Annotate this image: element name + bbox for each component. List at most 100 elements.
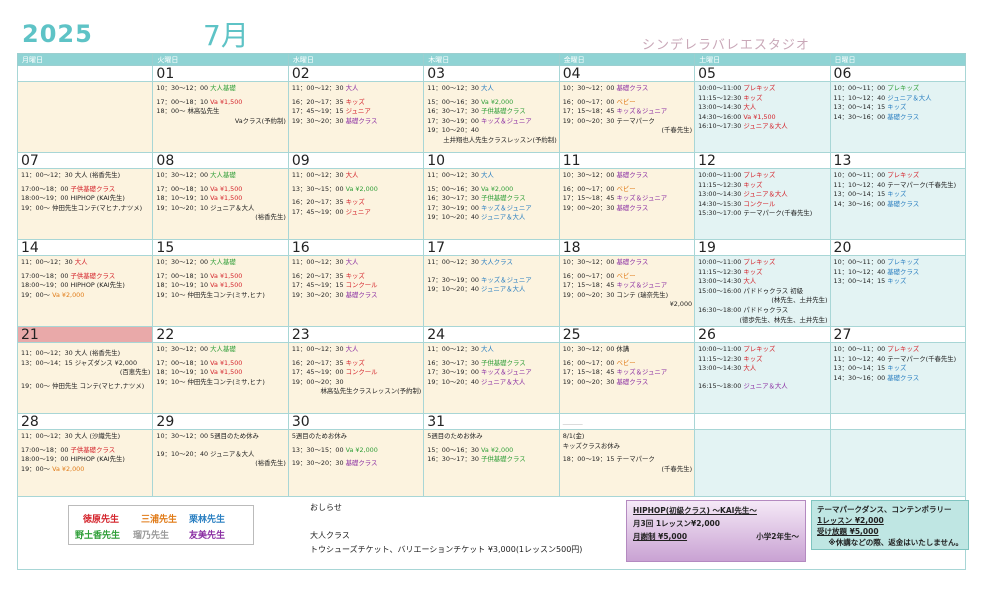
schedule-line: 16：00〜17：00 ベビー bbox=[563, 359, 692, 369]
class-name: 大人基礎 bbox=[210, 345, 236, 353]
day-cell: 09 11：00〜12：30 大人 13：30〜15：00 Va ¥2,000 16：… bbox=[287, 152, 425, 240]
day-cell bbox=[694, 413, 831, 501]
class-name: 大人 bbox=[743, 103, 757, 112]
day-schedule: 10：00〜11：00 プレキッズ 11：10〜12：40 テーマパーク(千春先生… bbox=[831, 169, 965, 239]
day-cell: 30 5週目のためお休み 13：30〜15：00 Va ¥2,000 19：30〜20… bbox=[287, 413, 425, 501]
schedule-line: 13：30〜15：00 Va ¥2,000 bbox=[292, 446, 421, 456]
schedule-time: 10：30〜12：00 bbox=[562, 258, 615, 266]
class-name: 基礎クラス bbox=[887, 112, 920, 121]
class-name: キッズ bbox=[743, 180, 763, 189]
schedule-line: 17：00〜18：10 Va ¥1,500 bbox=[156, 272, 285, 282]
schedule-time: 林高弘先生クラスレッスン(予約制) bbox=[320, 387, 422, 396]
schedule-time: 16：20〜17：35 bbox=[291, 271, 344, 280]
day-number: 04 bbox=[560, 66, 694, 82]
day-schedule: 11：00〜12：30 大人 13：30〜15：00 Va ¥2,000 16：20… bbox=[289, 169, 423, 239]
schedule-time: 16：20〜17：35 bbox=[291, 97, 344, 106]
studio-name: シンデレラバレエスタジオ bbox=[642, 38, 810, 53]
day-cell: 23 11：00〜12：30 大人 16：20〜17：35 キッズ 17：45〜19：… bbox=[287, 326, 425, 414]
hiphop-line: 小学2年生〜 bbox=[756, 532, 799, 541]
schedule-line: 13：00〜14：15 キッズ bbox=[834, 103, 963, 113]
day-schedule bbox=[831, 430, 965, 500]
class-name: ベビー bbox=[616, 97, 636, 106]
schedule-time: 19：00〜 bbox=[21, 290, 51, 299]
schedule-time: 17：30〜19：00 bbox=[427, 116, 479, 125]
schedule-line: 16：30〜17：30 子供基礎クラス bbox=[427, 194, 556, 204]
day-cell: 18 10：30〜12：00 基礎クラス 16：00〜17：00 ベビー 17：15〜… bbox=[558, 239, 696, 327]
day-cell: 16 11：00〜12：30 大人 16：20〜17：35 キッズ 17：45〜19：… bbox=[287, 239, 425, 327]
day-schedule: 11：00〜12：30 大人 16：20〜17：35 キッズ 17：45〜19：00… bbox=[289, 343, 423, 413]
schedule-time: 18:00〜19：00 HIPHOP (KAI先生) bbox=[21, 455, 125, 464]
day-cell: 26 10:00〜11:00 プレキッズ 11:15〜12:30 キッズ 13:00〜… bbox=[694, 326, 831, 414]
class-name: コンクール bbox=[345, 368, 378, 377]
class-name: 大人 bbox=[481, 345, 494, 353]
class-name: 基礎クラス bbox=[887, 199, 920, 208]
schedule-time: 10：30〜12：00 bbox=[156, 258, 209, 266]
schedule-line: 11：00〜12：30 大人 bbox=[292, 84, 421, 94]
schedule-line: 10：30〜12：00 大人基礎 bbox=[156, 84, 285, 94]
class-name: プレキッズ bbox=[887, 84, 920, 92]
day-number: 14 bbox=[18, 240, 152, 256]
day-number: 03 bbox=[424, 66, 559, 82]
class-name: プレキッズ bbox=[887, 345, 920, 353]
day-cell: 28 11：00〜12：30 大人 (沙織先生) 17:00〜18：00 子供基礎ク… bbox=[16, 413, 154, 501]
schedule-line: 11：00〜12：30 大人 bbox=[21, 258, 150, 268]
class-name: ジュニア bbox=[345, 107, 371, 116]
schedule-time: 17：30〜19：00 bbox=[427, 203, 479, 212]
schedule-line: 11：00〜12：30 大人 (裕香先生) bbox=[21, 349, 150, 359]
class-name: 大人基礎 bbox=[210, 171, 236, 179]
day-cell bbox=[16, 65, 154, 153]
day-cell: 07 11：00〜12：30 大人 (裕香先生) 17:00〜18：00 子供基礎ク… bbox=[16, 152, 154, 240]
day-cell: 20 10：00〜11：00 プレキッズ 11：10〜12：40 基礎クラス 13：0… bbox=[829, 239, 967, 327]
schedule-line: 11:15〜12:30 キッズ bbox=[698, 355, 827, 365]
weekday-header: 土曜日 bbox=[694, 53, 831, 66]
calendar-body: 01 10：30〜12：00 大人基礎 17：00〜18：10 Va ¥1,500 1… bbox=[16, 65, 967, 501]
class-name: Va ¥2,000 bbox=[345, 184, 378, 193]
schedule-line: 17：30〜19：00 キッズ＆ジュニア bbox=[427, 368, 556, 378]
schedule-time: 13：00〜14：15 bbox=[833, 103, 886, 112]
day-number: 16 bbox=[289, 240, 423, 256]
schedule-line: 19：30〜20：30 基礎クラス bbox=[292, 117, 421, 127]
schedule-time: 19：00〜20：30 bbox=[562, 203, 615, 212]
day-cell: 01 10：30〜12：00 大人基礎 17：00〜18：10 Va ¥1,500 1… bbox=[152, 65, 289, 153]
class-name: Va ¥2,000 bbox=[52, 464, 85, 473]
schedule-time: 11：10〜12：40 bbox=[833, 93, 886, 102]
class-name: 大人 bbox=[345, 345, 359, 353]
class-name: Va ¥1,500 bbox=[210, 194, 243, 203]
class-name: Va ¥2,000 bbox=[481, 445, 514, 454]
schedule-time: 15:30〜17:00 テーマパーク(千春先生) bbox=[698, 209, 813, 218]
schedule-line: 13：00〜14：15 キッズ bbox=[834, 190, 963, 200]
day-number: 09 bbox=[289, 153, 423, 169]
class-name: Va ¥2,000 bbox=[481, 97, 514, 106]
schedule-line: 14:30〜16:00 Va ¥1,500 bbox=[698, 113, 827, 123]
class-name: 大人基礎 bbox=[210, 258, 236, 266]
schedule-time: 19：30〜20：30 bbox=[291, 116, 344, 125]
schedule-line: 11：10〜12：40 テーマパーク(千春先生) bbox=[834, 355, 963, 365]
hiphop-line: 月謝制 ¥5,000 bbox=[633, 532, 688, 541]
schedule-line: 林高弘先生クラスレッスン(予約制) bbox=[292, 387, 422, 397]
class-name: キッズ bbox=[887, 103, 907, 112]
schedule-time: 15：00〜16：30 bbox=[427, 445, 479, 454]
day-schedule: 8/1(金) キッズクラスお休み 18：00〜19：15 テーマパーク (千春先生) bbox=[560, 430, 694, 500]
day-cell: 08 10：30〜12：00 大人基礎 17：00〜18：10 Va ¥1,500 1… bbox=[152, 152, 289, 240]
schedule-line: 11：00〜12：30 大人 bbox=[292, 171, 421, 181]
schedule-time: 16:10〜17:30 bbox=[698, 122, 742, 131]
schedule-line: 11:15〜12:30 キッズ bbox=[698, 181, 827, 191]
schedule-time: 13：00〜14：15 bbox=[833, 364, 886, 373]
schedule-time: 17：45〜19：00 bbox=[291, 368, 344, 377]
schedule-time: 11：00〜12：30 bbox=[427, 171, 479, 179]
schedule-line: 17：45〜19：15 コンクール bbox=[292, 281, 421, 291]
class-name: 大人 bbox=[481, 171, 494, 179]
day-number: 18 bbox=[560, 240, 694, 256]
day-number: 24 bbox=[424, 327, 559, 343]
schedule-line: 11:15〜12:30 キッズ bbox=[698, 268, 827, 278]
schedule-line: 10：30〜12：00 大人基礎 bbox=[156, 171, 285, 181]
day-schedule: 10：30〜12：00 大人基礎 17：00〜18：10 Va ¥1,500 18：… bbox=[153, 343, 288, 413]
schedule-line: 13：30〜15：00 Va ¥2,000 bbox=[292, 185, 421, 195]
notice-line: トウシューズチケット、バリエーションチケット ¥3,000(1レッスン500円) bbox=[310, 545, 583, 554]
schedule-time: 13：00〜14：15 bbox=[833, 277, 886, 286]
day-schedule: 10：30〜12：00 5週目のため休み 19：10〜20：40 ジュニア＆大人(… bbox=[153, 430, 288, 500]
class-name: コンクール bbox=[345, 281, 378, 290]
schedule-time: 19：10〜20：10 ジュニア＆大人 bbox=[156, 203, 255, 212]
theme-line: 受け放題 ¥5,000 bbox=[817, 527, 879, 536]
class-name: 基礎クラス bbox=[616, 258, 649, 266]
